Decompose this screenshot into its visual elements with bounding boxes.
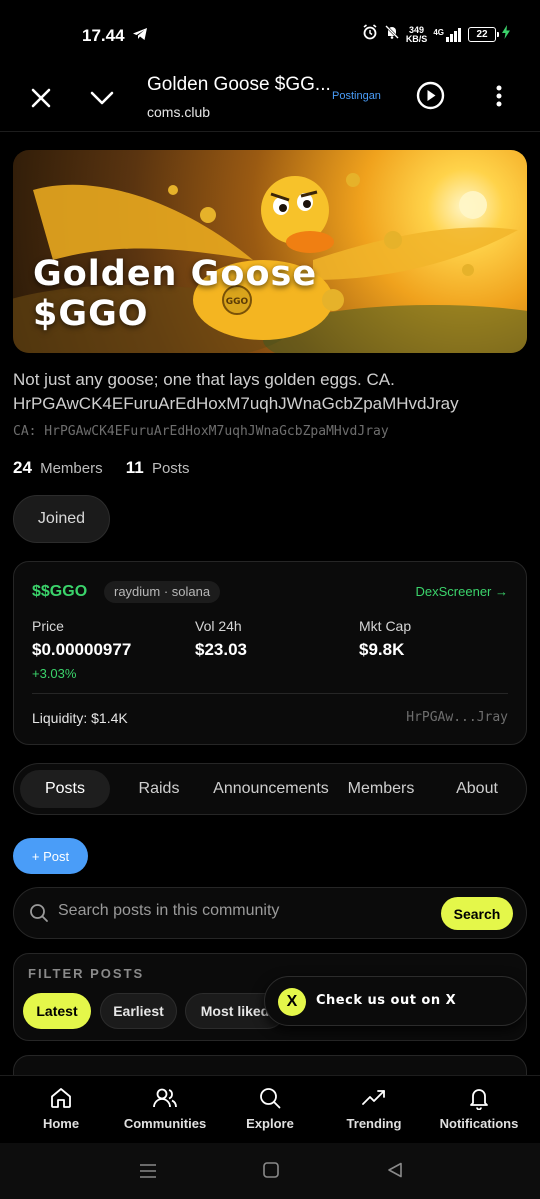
liquidity-text: Liquidity: $1.4K: [32, 710, 128, 726]
trending-icon: [362, 1090, 385, 1105]
joined-button[interactable]: Joined: [13, 495, 110, 543]
tab-raids[interactable]: Raids: [124, 770, 194, 808]
net-speed: 349 KB/S: [405, 24, 428, 44]
card-divider: [32, 693, 508, 694]
search-icon: [29, 903, 49, 928]
filter-label: FILTER POSTS: [28, 966, 145, 981]
community-tabs: Posts Raids Announcements Members About: [13, 763, 527, 815]
bottom-navigation: Home Communities Explore Trending Notifi…: [0, 1075, 540, 1143]
filter-earliest[interactable]: Earliest: [100, 993, 177, 1029]
charging-icon: [502, 25, 510, 44]
more-vertical-icon[interactable]: [494, 84, 504, 113]
marketcap-label: Mkt Cap: [359, 618, 412, 634]
page-title: Golden Goose $GG...: [147, 74, 331, 95]
check-us-out-on-x-banner[interactable]: X Check us out on X: [264, 976, 527, 1026]
battery-indicator: 22: [468, 27, 499, 42]
community-banner: GGO Golden Goose $GGO: [13, 150, 527, 353]
signal-icon: 4G: [433, 27, 462, 42]
nav-explore[interactable]: Explore: [216, 1086, 324, 1131]
volume-value: $23.03: [195, 640, 247, 659]
contract-address[interactable]: CA: HrPGAwCK4EFuruArEdHoxM7uqhJWnaGcbZpa…: [13, 424, 389, 439]
nav-home[interactable]: Home: [7, 1086, 115, 1131]
new-post-button[interactable]: + Post: [13, 838, 88, 874]
users-icon: [153, 1088, 177, 1108]
search-button[interactable]: Search: [441, 897, 513, 930]
token-card: $$GGO raydium · solana DexScreener → Pri…: [13, 561, 527, 745]
price-metric: Price $0.00000977 +3.03%: [32, 618, 131, 681]
search-input[interactable]: [58, 902, 428, 920]
top-app-bar: Golden Goose $GG... coms.club Postingan: [0, 70, 540, 132]
close-icon[interactable]: [29, 86, 53, 115]
nav-explore-label: Explore: [246, 1116, 294, 1131]
status-bar: 17.44 349 KB/S 4G 22: [0, 0, 540, 70]
tab-about[interactable]: About: [444, 770, 510, 808]
bell-icon: [470, 1089, 488, 1110]
community-stats: 24 Members 11 Posts: [13, 458, 189, 478]
search-icon: [260, 1088, 281, 1109]
price-value: $0.00000977: [32, 640, 132, 659]
banner-title: Golden Goose $GGO: [33, 254, 318, 334]
price-change: +3.03%: [32, 666, 77, 681]
mute-icon: [384, 24, 400, 45]
back-triangle-icon[interactable]: [387, 1162, 403, 1183]
telegram-icon: [132, 27, 148, 46]
play-icon[interactable]: [416, 81, 445, 115]
tab-posts[interactable]: Posts: [20, 770, 110, 808]
nav-trending-label: Trending: [346, 1116, 402, 1131]
postingan-label[interactable]: Postingan: [332, 90, 381, 102]
chevron-down-icon[interactable]: [89, 88, 115, 113]
nav-communities-label: Communities: [123, 1116, 207, 1131]
status-time: 17.44: [82, 26, 125, 45]
alarm-icon: [362, 24, 378, 45]
volume-label: Vol 24h: [195, 618, 242, 634]
dexscreener-link[interactable]: DexScreener →: [416, 584, 508, 599]
price-label: Price: [32, 618, 64, 634]
volume-metric: Vol 24h $23.03: [195, 618, 247, 660]
nav-home-label: Home: [42, 1116, 80, 1131]
token-address-short[interactable]: HrPGAw...Jray: [406, 710, 508, 725]
members-label: Members: [40, 460, 103, 477]
posts-label: Posts: [151, 460, 190, 477]
nav-notifications-label: Notifications: [439, 1116, 519, 1131]
recents-icon[interactable]: [139, 1163, 157, 1184]
members-count: 24: [13, 458, 32, 477]
system-navigation-bar: [0, 1143, 540, 1199]
tab-announcements[interactable]: Announcements: [206, 770, 336, 808]
tab-members[interactable]: Members: [342, 770, 420, 808]
filter-latest[interactable]: Latest: [23, 993, 91, 1029]
community-search: Search: [13, 887, 527, 939]
token-ticker: $$GGO: [32, 583, 88, 600]
x-logo-icon: X: [278, 988, 306, 1016]
home-square-icon[interactable]: [263, 1162, 279, 1183]
marketcap-metric: Mkt Cap $9.8K: [359, 618, 411, 660]
chain-chip: raydium · solana: [104, 581, 221, 603]
home-icon: [51, 1088, 71, 1108]
community-description: Not just any goose; one that lays golden…: [13, 370, 459, 413]
nav-trending[interactable]: Trending: [320, 1086, 428, 1131]
posts-count: 11: [125, 458, 144, 477]
nav-notifications[interactable]: Notifications: [425, 1086, 533, 1131]
marketcap-value: $9.8K: [359, 640, 405, 659]
promo-text: Check us out on X: [316, 993, 457, 1008]
nav-communities[interactable]: Communities: [111, 1086, 219, 1131]
page-domain: coms.club: [147, 104, 211, 120]
